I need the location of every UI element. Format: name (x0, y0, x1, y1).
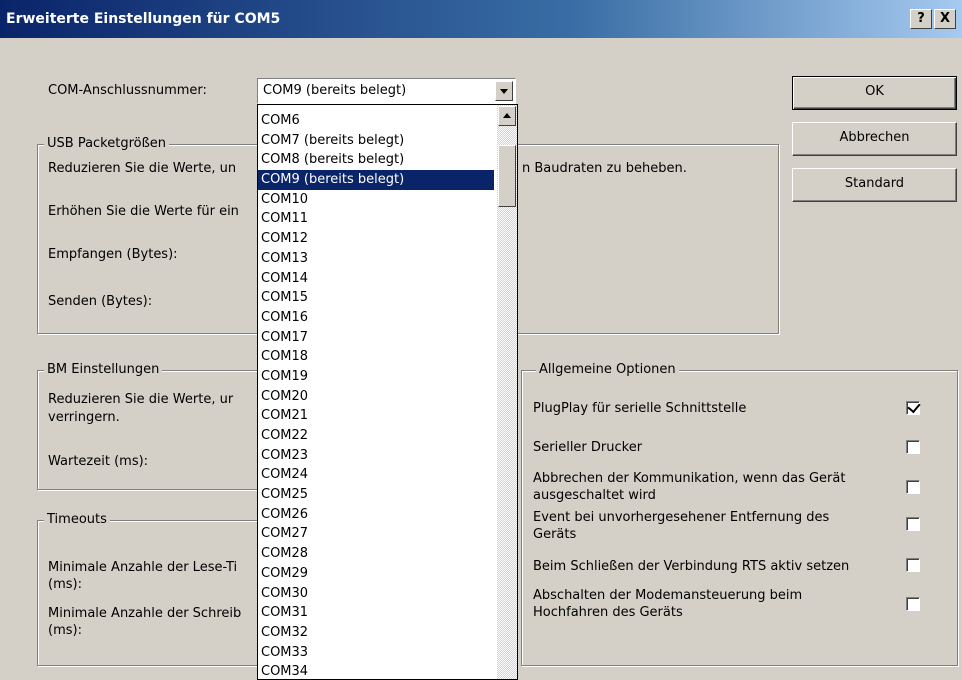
com-port-option[interactable]: COM12 (258, 229, 494, 249)
com-port-option[interactable]: COM11 (258, 209, 494, 229)
com-port-option[interactable]: COM9 (bereits belegt) (258, 170, 494, 190)
com-port-option[interactable]: COM19 (258, 367, 494, 387)
standard-button[interactable]: Standard (792, 168, 957, 202)
com-port-option[interactable]: COM8 (bereits belegt) (258, 150, 494, 170)
com-port-options: COM6 COM7 (bereits belegt) COM8 (bereits b… (258, 111, 494, 679)
min-write-timeout-label-2: (ms): (48, 623, 82, 638)
combo-dropdown-button[interactable] (495, 81, 513, 101)
com-port-option[interactable]: COM28 (258, 544, 494, 564)
com-port-option[interactable]: COM30 (258, 584, 494, 604)
ok-button[interactable]: OK (792, 76, 957, 110)
com-port-option[interactable]: COM20 (258, 387, 494, 407)
com-port-option[interactable]: COM15 (258, 288, 494, 308)
min-write-timeout-label: Minimale Anzahle der Schreib (48, 606, 242, 621)
com-port-dropdown-list[interactable]: COM6 COM7 (bereits belegt) COM8 (bereits b… (257, 104, 518, 680)
cancel-button[interactable]: Abbrechen (792, 122, 957, 156)
bm-group-legend: BM Einstellungen (44, 362, 163, 377)
min-read-timeout-label: Minimale Anzahle der Lese-Ti (48, 560, 238, 575)
com-port-option[interactable]: COM7 (bereits belegt) (258, 131, 494, 151)
usb-description-1-end: n Baudraten zu beheben. (522, 161, 687, 176)
send-bytes-label: Senden (Bytes): (48, 294, 153, 309)
checkmark-icon (907, 399, 921, 414)
option-cancel-on-poweroff-label: Abbrechen der Kommunikation, wenn das Ge… (533, 471, 846, 486)
com-port-option[interactable]: COM25 (258, 485, 494, 505)
bm-description-line1: Reduzieren Sie die Werte, ur (48, 392, 234, 407)
com-port-option[interactable]: COM31 (258, 603, 494, 623)
com-port-option[interactable]: COM14 (258, 269, 494, 289)
min-read-timeout-label-2: (ms): (48, 577, 82, 592)
com-port-option[interactable]: COM34 (258, 662, 494, 679)
com-port-combobox[interactable]: COM9 (bereits belegt) (257, 78, 516, 104)
com-port-option[interactable]: COM10 (258, 190, 494, 210)
option-serial-printer-checkbox[interactable] (906, 440, 920, 454)
com-port-option[interactable]: COM29 (258, 564, 494, 584)
dropdown-scrollbar[interactable] (497, 105, 517, 679)
option-cancel-on-poweroff-checkbox[interactable] (906, 480, 920, 494)
com-port-option[interactable]: COM23 (258, 446, 494, 466)
bm-description-line2: verringern. (48, 410, 120, 425)
timeouts-group-legend: Timeouts (44, 512, 110, 527)
title-bar: Erweiterte Einstellungen für COM5 ? X (0, 0, 962, 38)
com-port-option[interactable]: COM26 (258, 505, 494, 525)
usb-description-2: Erhöhen Sie die Werte für ein (48, 204, 239, 219)
receive-bytes-label: Empfangen (Bytes): (48, 247, 178, 262)
option-serial-printer-label: Serieller Drucker (533, 440, 643, 455)
option-disable-modem-label: Abschalten der Modemansteuerung beim (533, 588, 803, 603)
com-port-option[interactable]: COM6 (258, 111, 494, 131)
close-button[interactable]: X (934, 9, 956, 29)
com-port-option[interactable]: COM21 (258, 406, 494, 426)
option-rts-on-close-checkbox[interactable] (906, 558, 920, 572)
option-surprise-removal-label: Event bei unvorhergesehener Entfernung d… (533, 510, 830, 525)
com-port-option[interactable]: COM13 (258, 249, 494, 269)
option-surprise-removal-checkbox[interactable] (906, 517, 920, 531)
option-disable-modem-label-2: Hochfahren des Geräts (533, 605, 683, 620)
chevron-up-icon (503, 113, 511, 118)
usb-group-legend: USB Packetgrößen (44, 136, 170, 151)
com-port-option[interactable]: COM27 (258, 524, 494, 544)
com-port-label: COM-Anschlussnummer: (48, 83, 207, 98)
option-plugplay-checkbox[interactable] (906, 399, 921, 415)
general-options-legend: Allgemeine Optionen (536, 362, 679, 377)
option-disable-modem-checkbox[interactable] (906, 597, 920, 611)
latency-label: Wartezeit (ms): (48, 454, 149, 469)
com-port-option[interactable]: COM16 (258, 308, 494, 328)
option-cancel-on-poweroff-label-2: ausgeschaltet wird (533, 488, 656, 503)
bm-settings-group (37, 370, 272, 490)
com-port-option[interactable]: COM18 (258, 347, 494, 367)
timeouts-group (37, 520, 272, 666)
scroll-up-button[interactable] (498, 106, 516, 126)
option-plugplay-label: PlugPlay für serielle Schnittstelle (533, 401, 747, 416)
com-port-option[interactable]: COM17 (258, 328, 494, 348)
help-button[interactable]: ? (910, 9, 932, 29)
com-port-value: COM9 (bereits belegt) (263, 83, 407, 98)
usb-description-1: Reduzieren Sie die Werte, un (48, 161, 237, 176)
chevron-down-icon (500, 89, 508, 94)
com-port-option[interactable]: COM33 (258, 643, 494, 663)
com-port-option[interactable]: COM24 (258, 465, 494, 485)
com-port-option[interactable]: COM22 (258, 426, 494, 446)
option-surprise-removal-label-2: Geräts (533, 527, 577, 542)
option-rts-on-close-label: Beim Schließen der Verbindung RTS aktiv … (533, 559, 850, 574)
com-port-option[interactable]: COM32 (258, 623, 494, 643)
window-title: Erweiterte Einstellungen für COM5 (6, 11, 281, 27)
scrollbar-thumb[interactable] (498, 145, 516, 207)
